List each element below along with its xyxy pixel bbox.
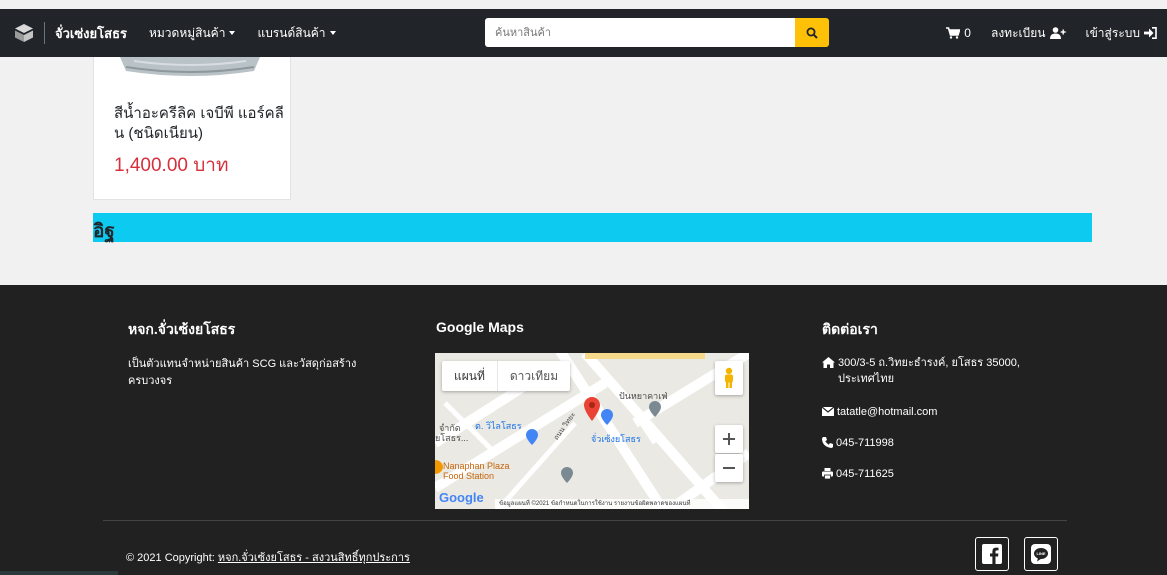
cart-count: 0 [964,26,971,40]
phone-icon [822,437,833,448]
copyright-prefix: © 2021 Copyright: [126,552,218,564]
categories-dropdown[interactable]: หมวดหมู่สินค้า [148,24,236,43]
home-icon [822,357,835,368]
map-label-left-2: ยโสธร... [435,433,469,443]
zoom-out-button[interactable] [715,454,743,482]
brand-logo-icon [15,24,33,42]
map-label-shop: จั่วเซ้งยโสธร [591,434,641,444]
copyright: © 2021 Copyright: หจก.จั่วเซ้งยโสธร - สง… [126,548,410,566]
footer-contact-heading: ติดต่อเรา [822,321,878,337]
contact-fax-text: 045-711625 [836,468,894,480]
footer-about-heading: หจก.จั่วเซ้งยโสธร [128,321,236,337]
cart-icon [946,27,961,39]
sign-in-icon [1144,27,1157,39]
line-icon: LINE [1031,544,1051,564]
brand-name: จั่วเซ่งยโสธร [55,25,127,41]
search-input[interactable] [485,18,795,47]
plaza-marker-icon [561,467,573,483]
contact-phone: 045-711998 [822,435,894,451]
food-marker-icon [435,460,443,474]
contact-email[interactable]: tatatle@hotmail.com [822,404,937,420]
school-marker-icon [526,429,538,445]
google-logo: Google [439,490,484,505]
caret-down-icon [329,31,336,35]
footer: หจก.จั่วเซ้งยโสธร เป็นตัวแทนจำหน่ายสินค้… [0,285,1167,575]
product-title[interactable]: สีน้ำอะครีลิค เจบีพี แอร์คลีน (ชนิดเนียน… [114,104,284,144]
map-label-cafe: ปันหยาคาเฟ่ [619,391,668,401]
map-label-school: ต. วิไลโสธร [475,421,522,431]
caret-down-icon [229,31,236,35]
user-plus-icon [1049,27,1066,39]
search-button[interactable] [795,18,829,47]
navbar-right: 0 ลงทะเบียน เข้าสู่ระบบ [946,9,1157,57]
google-map[interactable]: แผนที่ ดาวเทียม ปันหยาคาเฟ่ ต. วิไลโสธร … [435,353,749,509]
zoom-in-button[interactable] [715,425,743,453]
contact-address-text: 300/3-5 ถ.วิทยะธำรงค์, ยโสธร 35000, ประเ… [838,357,1020,385]
brands-dropdown-label: แบรนด์สินค้า [257,25,326,40]
contact-fax: 045-711625 [822,466,894,482]
product-card[interactable]: สีน้ำอะครีลิค เจบีพี แอร์คลีน (ชนิดเนียน… [93,57,291,200]
search-form [485,18,829,47]
pegman-button[interactable] [715,361,743,395]
envelope-icon [822,407,834,416]
location-pin-icon[interactable] [584,397,600,421]
navbar: จั่วเซ่งยโสธร หมวดหมู่สินค้า แบรนด์สินค้… [0,9,1167,57]
plus-icon [723,433,735,445]
copyright-link[interactable]: หจก.จั่วเซ้งยโสธร - สงวนสิทธิ์ทุกประการ [218,552,410,564]
login-label: เข้าสู่ระบบ [1085,25,1141,40]
shop-marker-icon [601,409,613,425]
map-tab-map[interactable]: แผนที่ [442,361,498,391]
brand-divider [44,22,45,44]
register-label: ลงทะเบียน [990,25,1046,40]
map-label-plaza-1: Nanaphan Plaza [443,461,510,471]
contact-address: 300/3-5 ถ.วิทยะธำรงค์, ยโสธร 35000, ประเ… [822,355,1062,387]
map-type-tabs: แผนที่ ดาวเทียม [442,361,571,391]
footer-divider [103,520,1067,521]
bottom-strip [0,571,118,575]
contact-phone-text: 045-711998 [836,437,894,449]
map-tab-satellite[interactable]: ดาวเทียม [498,361,570,391]
svg-text:LINE: LINE [1036,551,1045,556]
footer-about-text: เป็นตัวแทนจำหน่ายสินค้า SCG และวัสดุก่อส… [128,358,357,387]
brand-link[interactable]: จั่วเซ่งยโสธร [0,9,127,57]
map-attribution[interactable]: ข้อมูลแผนที่ ©2021 ข้อกำหนดในการใช้งาน ร… [495,499,749,509]
minus-icon [723,467,735,469]
search-icon [806,27,818,39]
brands-dropdown[interactable]: แบรนด์สินค้า [257,24,336,43]
facebook-button[interactable] [975,537,1009,571]
category-header: อิฐ [93,213,1092,242]
categories-dropdown-label: หมวดหมู่สินค้า [148,25,226,40]
product-image[interactable] [114,57,266,79]
login-link[interactable]: เข้าสู่ระบบ [1086,24,1158,43]
printer-icon [822,468,833,479]
category-title: อิฐ [93,221,115,242]
facebook-icon [982,544,1002,564]
line-button[interactable]: LINE [1024,537,1058,571]
register-link[interactable]: ลงทะเบียน [991,24,1066,43]
map-label-plaza-2: Food Station [443,471,495,481]
cafe-marker-icon [649,401,661,417]
product-price: 1,400.00 บาท [114,155,229,176]
contact-email-text: tatatle@hotmail.com [837,406,938,418]
pegman-icon [725,367,733,388]
footer-maps-heading: Google Maps [436,319,524,335]
cart-link[interactable]: 0 [946,26,971,40]
